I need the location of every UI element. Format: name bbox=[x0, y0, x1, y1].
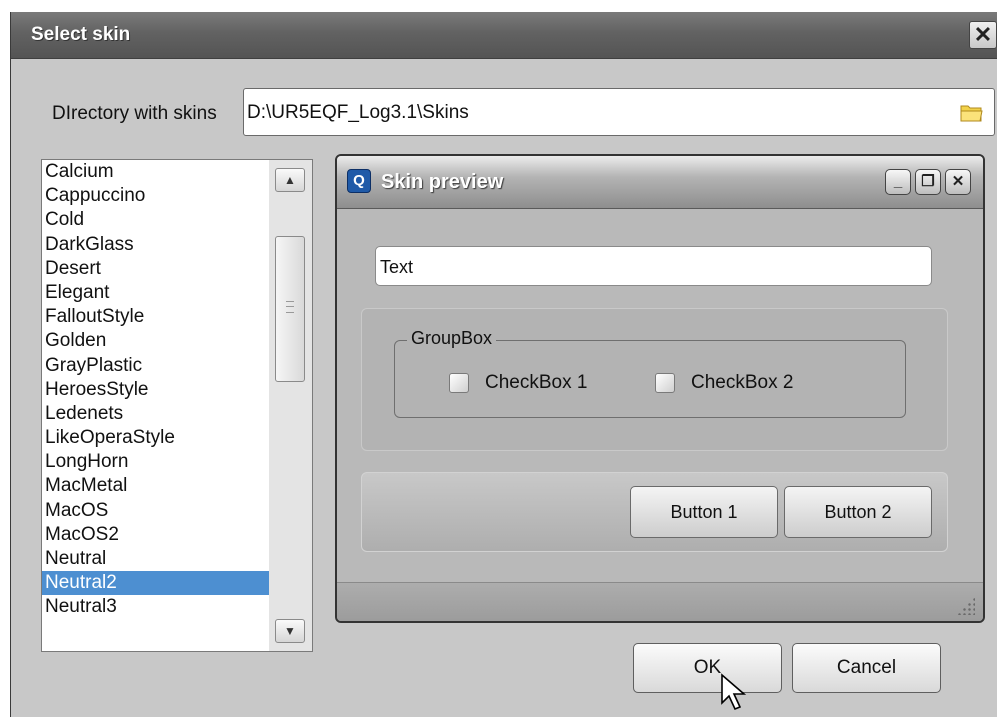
directory-field[interactable]: D:\UR5EQF_Log3.1\Skins bbox=[243, 88, 995, 136]
cancel-button[interactable]: Cancel bbox=[792, 643, 941, 693]
minimize-icon[interactable]: _ bbox=[885, 169, 911, 195]
checkbox-1[interactable]: CheckBox 1 bbox=[449, 372, 587, 394]
app-icon: Q bbox=[347, 169, 371, 193]
scroll-down-button[interactable]: ▼ bbox=[275, 619, 305, 643]
button-2[interactable]: Button 2 bbox=[784, 486, 932, 538]
skin-list-item[interactable]: Neutral3 bbox=[42, 595, 269, 619]
close-icon[interactable]: ✕ bbox=[969, 21, 997, 49]
grip-icon bbox=[286, 301, 294, 313]
skin-list-item[interactable]: MacMetal bbox=[42, 474, 269, 498]
preview-status-bar bbox=[337, 582, 983, 621]
skin-list-item[interactable]: Cappuccino bbox=[42, 184, 269, 208]
preview-titlebar[interactable]: Q Skin preview _ ❐ ✕ bbox=[337, 156, 983, 209]
select-skin-dialog: Select skin ✕ DIrectory with skins D:\UR… bbox=[10, 12, 997, 717]
directory-label: DIrectory with skins bbox=[52, 103, 217, 124]
resize-grip-icon[interactable] bbox=[957, 597, 975, 615]
skin-list-item[interactable]: HeroesStyle bbox=[42, 378, 269, 402]
skin-list-item[interactable]: GrayPlastic bbox=[42, 354, 269, 378]
skin-list-item[interactable]: MacOS bbox=[42, 499, 269, 523]
skin-list-item[interactable]: Golden bbox=[42, 329, 269, 353]
skin-list-item[interactable]: Desert bbox=[42, 257, 269, 281]
vertical-scrollbar[interactable]: ▲ ▼ bbox=[269, 160, 312, 651]
ok-button[interactable]: OK bbox=[633, 643, 782, 693]
skin-list-item[interactable]: DarkGlass bbox=[42, 233, 269, 257]
groupbox: GroupBox CheckBox 1 CheckBox 2 bbox=[394, 328, 906, 418]
skin-list-item[interactable]: Elegant bbox=[42, 281, 269, 305]
preview-button-panel: Button 1 Button 2 bbox=[361, 472, 948, 552]
skin-list-item[interactable]: LikeOperaStyle bbox=[42, 426, 269, 450]
groupbox-title: GroupBox bbox=[407, 328, 497, 349]
mouse-cursor-icon bbox=[721, 673, 747, 711]
arrow-down-icon: ▼ bbox=[284, 624, 296, 638]
skin-list[interactable]: Calcium Cappuccino Cold DarkGlass Desert Eleg… bbox=[41, 159, 313, 652]
preview-text-input[interactable]: Text bbox=[375, 246, 932, 286]
skin-list-item[interactable]: Calcium bbox=[42, 160, 269, 184]
skin-list-item[interactable]: FalloutStyle bbox=[42, 305, 269, 329]
checkbox-1-box[interactable] bbox=[449, 373, 469, 393]
skin-list-item[interactable]: MacOS2 bbox=[42, 523, 269, 547]
dialog-titlebar[interactable]: Select skin ✕ bbox=[11, 12, 997, 59]
skin-list-item[interactable]: Neutral2 bbox=[42, 571, 269, 596]
skin-list-item[interactable]: Neutral bbox=[42, 547, 269, 571]
dialog-title: Select skin bbox=[31, 24, 131, 45]
preview-title: Skin preview bbox=[381, 171, 504, 193]
checkbox-2[interactable]: CheckBox 2 bbox=[655, 372, 793, 394]
directory-value: D:\UR5EQF_Log3.1\Skins bbox=[247, 102, 469, 123]
scroll-thumb[interactable] bbox=[275, 236, 305, 382]
button-1[interactable]: Button 1 bbox=[630, 486, 778, 538]
restore-icon[interactable]: ❐ bbox=[915, 169, 941, 195]
folder-icon[interactable] bbox=[959, 100, 984, 124]
close-icon[interactable]: ✕ bbox=[945, 169, 971, 195]
checkbox-2-label: CheckBox 2 bbox=[691, 372, 794, 393]
skin-preview-window: Q Skin preview _ ❐ ✕ Text GroupBox Check… bbox=[335, 154, 985, 623]
skin-list-item[interactable]: LongHorn bbox=[42, 450, 269, 474]
checkbox-2-box[interactable] bbox=[655, 373, 675, 393]
skin-list-item[interactable]: Cold bbox=[42, 208, 269, 232]
checkbox-1-label: CheckBox 1 bbox=[485, 372, 588, 393]
scroll-up-button[interactable]: ▲ bbox=[275, 168, 305, 192]
skin-list-items: Calcium Cappuccino Cold DarkGlass Desert Eleg… bbox=[42, 160, 269, 620]
preview-panel: GroupBox CheckBox 1 CheckBox 2 bbox=[361, 308, 948, 451]
arrow-up-icon: ▲ bbox=[284, 173, 296, 187]
skin-list-item[interactable]: Ledenets bbox=[42, 402, 269, 426]
